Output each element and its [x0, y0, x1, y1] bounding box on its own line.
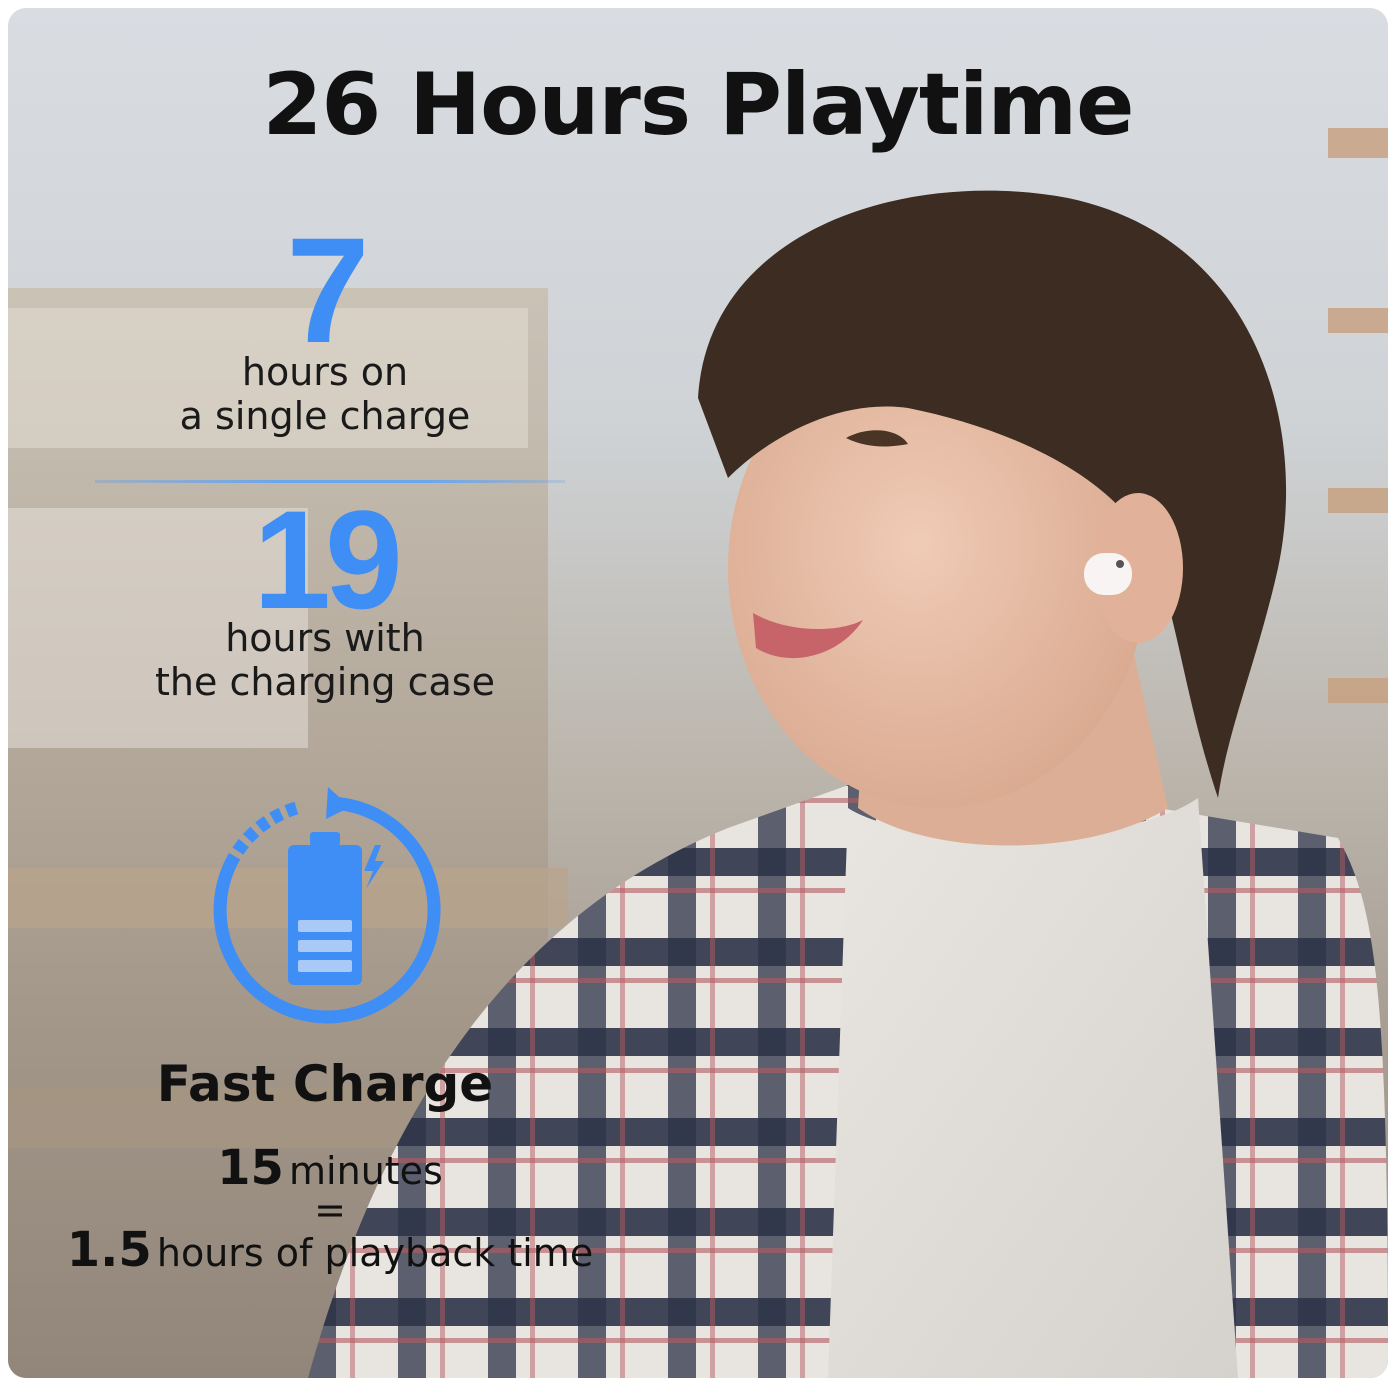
single-charge-caption-line2: a single charge — [179, 394, 471, 438]
fast-charge-minutes-value: 15 — [217, 1140, 284, 1196]
fast-charge-minutes-label: minutes — [289, 1149, 443, 1193]
single-charge-caption-line1: hours on — [241, 350, 409, 394]
fast-charge-title: Fast Charge — [156, 1055, 494, 1113]
fast-charge-hours-line: 1.5 hours of playback time — [40, 1222, 620, 1278]
page-title: 26 Hours Playtime — [262, 55, 1135, 155]
single-charge-hours-value: 7 — [286, 206, 369, 374]
battery-charging-icon — [213, 787, 441, 1024]
charging-case-hours-value: 19 — [253, 481, 403, 638]
charging-case-caption-line2: the charging case — [155, 660, 495, 704]
fast-charge-hours-value: 1.5 — [66, 1222, 152, 1278]
fast-charge-hours-label: hours of playback time — [156, 1231, 594, 1275]
charging-case-caption-line1: hours with — [225, 616, 425, 660]
single-charge-caption: hours on a single charge — [120, 350, 530, 438]
charging-case-caption: hours with the charging case — [120, 616, 530, 704]
